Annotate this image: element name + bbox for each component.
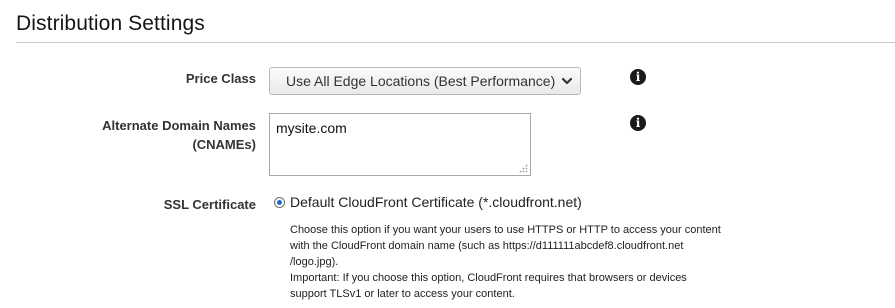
- alternate-domain-names-label-line2: (CNAMEs): [192, 137, 256, 152]
- alternate-domain-names-label-line1: Alternate Domain Names: [102, 118, 256, 133]
- help-line: support TLSv1 or later to access your co…: [290, 288, 515, 300]
- alternate-domain-names-value: mysite.com: [276, 120, 347, 136]
- default-certificate-option-label[interactable]: Default CloudFront Certificate (*.cloudf…: [290, 194, 582, 210]
- help-line: /logo.jpg).: [290, 256, 339, 268]
- default-certificate-radio[interactable]: [274, 197, 285, 208]
- radio-selected-dot: [277, 200, 282, 205]
- resize-grip-icon[interactable]: [518, 163, 528, 173]
- price-class-label: Price Class: [185, 71, 256, 86]
- price-class-select[interactable]: Use All Edge Locations (Best Performance…: [269, 67, 581, 95]
- price-class-info-icon[interactable]: i: [630, 69, 646, 85]
- alternate-domain-names-textarea[interactable]: mysite.com: [269, 113, 531, 176]
- help-line: Choose this option if you want your user…: [290, 224, 721, 236]
- help-line: with the CloudFront domain name (such as…: [290, 240, 684, 252]
- alternate-domain-names-label: Alternate Domain Names (CNAMEs): [102, 116, 256, 154]
- section-divider: [16, 42, 895, 43]
- ssl-certificate-label: SSL Certificate: [163, 197, 256, 212]
- chevron-down-icon: [562, 77, 573, 85]
- default-certificate-help-text: Choose this option if you want your user…: [290, 222, 770, 302]
- help-line: Important: If you choose this option, Cl…: [290, 272, 687, 284]
- alternate-domain-names-info-icon[interactable]: i: [630, 115, 646, 131]
- price-class-selected-value: Use All Edge Locations (Best Performance…: [286, 73, 556, 89]
- section-title: Distribution Settings: [16, 12, 205, 35]
